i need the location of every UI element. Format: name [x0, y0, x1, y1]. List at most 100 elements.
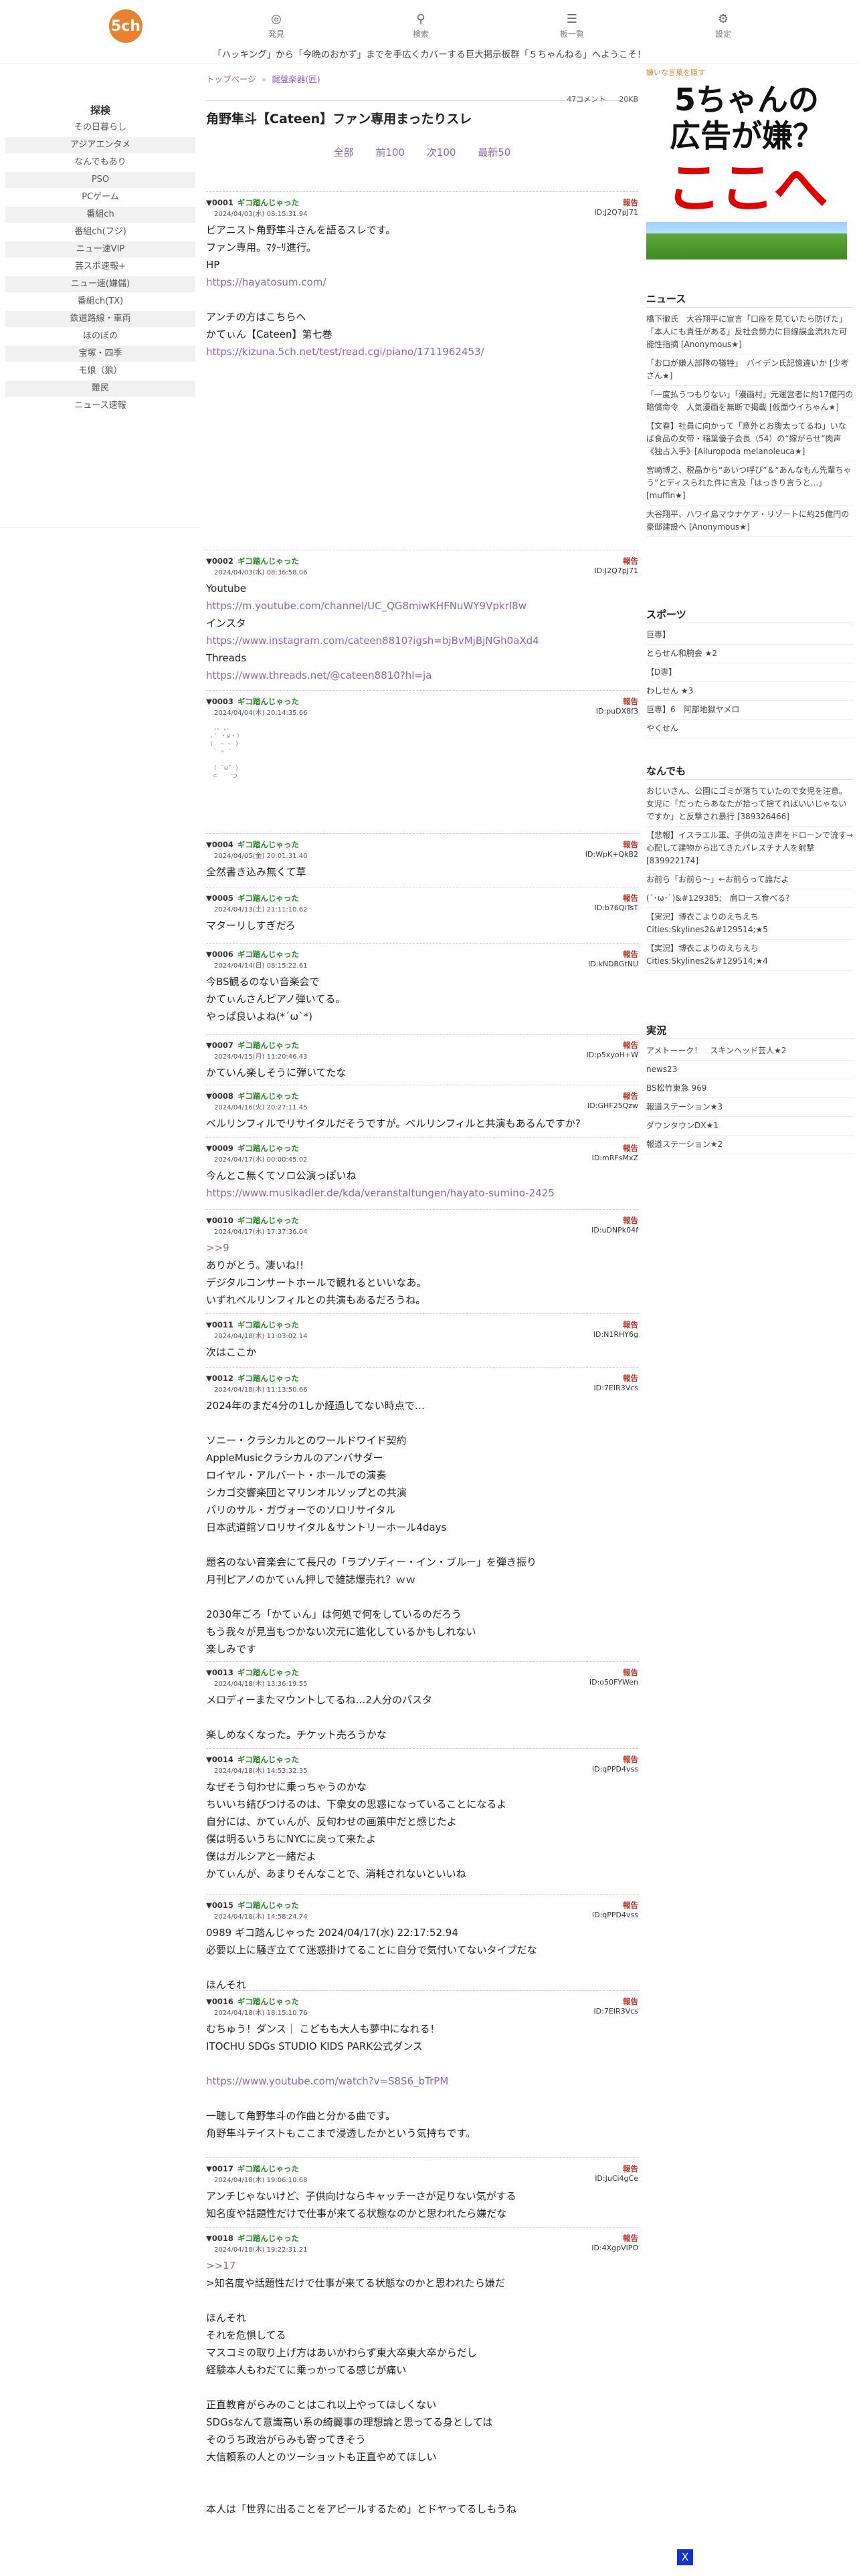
right-section-item[interactable]: 【実況】博衣こよりのえちえちCities:Skylines2&#129514;★…: [646, 908, 854, 940]
post-id[interactable]: ID:b76QiTsT: [595, 903, 638, 912]
post-toggle-icon[interactable]: ▼: [206, 1668, 212, 1677]
post-id[interactable]: ID:7EIR3Vcs: [593, 2007, 638, 2016]
post-toggle-icon[interactable]: ▼: [206, 1997, 212, 2006]
report-button[interactable]: 報告: [623, 1754, 638, 1765]
post-toggle-icon[interactable]: ▼: [206, 1374, 212, 1383]
post-id[interactable]: ID:uDNPk04f: [591, 1226, 638, 1235]
post-number[interactable]: 0010: [212, 1216, 233, 1225]
post-id[interactable]: ID:J2Q7pJ71: [594, 566, 638, 575]
post-id[interactable]: ID:qPPD4vss: [592, 1911, 638, 1919]
right-section-item[interactable]: 【D専】: [646, 663, 854, 682]
post-id[interactable]: ID:mRFsMxZ: [592, 1154, 638, 1162]
right-section-item[interactable]: 巨専】: [646, 626, 854, 645]
report-button[interactable]: 報告: [623, 893, 638, 903]
report-button[interactable]: 報告: [623, 1215, 638, 1226]
report-button[interactable]: 報告: [623, 1319, 638, 1330]
post-link[interactable]: >>9: [206, 1239, 638, 1257]
pager-prev100[interactable]: 前100: [375, 146, 405, 158]
post-link[interactable]: >>17: [206, 2257, 638, 2274]
post-link[interactable]: https://hayatosum.com/: [206, 274, 638, 291]
sidebar-item[interactable]: PSO: [5, 172, 195, 188]
right-section-item[interactable]: わしせん ★3: [646, 682, 854, 701]
post-toggle-icon[interactable]: ▼: [206, 1091, 212, 1101]
right-section-item[interactable]: 「一度払うつもりない」「漫画村」元運営者に約17億円の賠償命令 人気漫画を無断で…: [646, 386, 854, 417]
post-number[interactable]: 0003: [212, 697, 233, 706]
right-section-item[interactable]: アメトーーク！ スキンヘッド芸人★2: [646, 1042, 854, 1061]
post-link[interactable]: https://www.youtube.com/watch?v=S8S6_bTr…: [206, 2072, 638, 2090]
sidebar-item[interactable]: ニュース速報: [5, 398, 195, 414]
post-id[interactable]: ID:o50FYWen: [589, 1678, 638, 1687]
right-section-item[interactable]: 巨専】6 阿部地獄ヤメロ: [646, 701, 854, 720]
pager-all[interactable]: 全部: [334, 146, 354, 158]
sidebar-item[interactable]: 難民: [5, 381, 195, 397]
site-logo[interactable]: 5ch: [109, 9, 142, 43]
post-toggle-icon[interactable]: ▼: [206, 893, 212, 903]
post-toggle-icon[interactable]: ▼: [206, 556, 212, 566]
sidebar-item[interactable]: 宝塚・四季: [5, 346, 195, 362]
right-section-item[interactable]: 大谷翔平、ハワイ島マウナケア・リゾートに約25億円の豪邸建設へ [Anonymo…: [646, 506, 854, 537]
post-number[interactable]: 0007: [212, 1041, 233, 1050]
post-id[interactable]: ID:WpK+QkB2: [585, 850, 638, 859]
close-ad-button[interactable]: X: [677, 2549, 693, 2565]
sidebar-item[interactable]: ニュー速VIP: [5, 241, 195, 257]
post-toggle-icon[interactable]: ▼: [206, 1041, 212, 1050]
post-link[interactable]: https://m.youtube.com/channel/UC_QG8miwK…: [206, 597, 638, 615]
right-section-item[interactable]: 【実況】博衣こよりのえちえちCities:Skylines2&#129514;★…: [646, 940, 854, 971]
right-section-item[interactable]: 【文春】社員に向かって「意外とお腹太ってるね」いなば食品の女帝・稲葉優子会長（5…: [646, 417, 854, 461]
report-button[interactable]: 報告: [623, 1996, 638, 2007]
sidebar-item[interactable]: 芸スポ速報+: [5, 259, 195, 275]
sidebar-item[interactable]: 番組ch(フジ): [5, 224, 195, 240]
post-id[interactable]: ID:N1RHY6g: [593, 1330, 638, 1339]
report-button[interactable]: 報告: [623, 556, 638, 566]
pager-next100[interactable]: 次100: [427, 146, 456, 158]
post-number[interactable]: 0008: [212, 1091, 233, 1101]
report-button[interactable]: 報告: [623, 197, 638, 208]
post-number[interactable]: 0016: [212, 1997, 233, 2006]
post-link[interactable]: https://www.instagram.com/cateen8810?igs…: [206, 632, 638, 649]
post-id[interactable]: ID:J2Q7pJ71: [594, 208, 638, 217]
right-section-item[interactable]: BS松竹東急 969: [646, 1079, 854, 1098]
post-toggle-icon[interactable]: ▼: [206, 2234, 212, 2243]
sidebar-item[interactable]: 鉄道路線・車両: [5, 311, 195, 327]
report-button[interactable]: 報告: [623, 839, 638, 850]
breadcrumb-top[interactable]: トップページ: [206, 74, 256, 84]
post-toggle-icon[interactable]: ▼: [206, 198, 212, 207]
nav-search[interactable]: ⚲ 検索: [381, 11, 461, 39]
post-id[interactable]: ID:kNDBGtNU: [588, 960, 638, 968]
report-button[interactable]: 報告: [623, 2233, 638, 2244]
sidebar-item[interactable]: なんでもあり: [5, 154, 195, 171]
post-number[interactable]: 0011: [212, 1320, 233, 1329]
nav-board-list[interactable]: ☰ 板一覧: [532, 11, 612, 39]
post-toggle-icon[interactable]: ▼: [206, 1320, 212, 1329]
post-toggle-icon[interactable]: ▼: [206, 1755, 212, 1764]
ad-caption[interactable]: 嫌いな言葉を隠す: [646, 67, 852, 78]
post-id[interactable]: ID:4XgpVlPO: [591, 2244, 638, 2252]
right-section-item[interactable]: news23: [646, 1061, 854, 1079]
post-toggle-icon[interactable]: ▼: [206, 1144, 212, 1153]
post-toggle-icon[interactable]: ▼: [206, 1216, 212, 1225]
sidebar-item[interactable]: アジアエンタメ: [5, 137, 195, 153]
post-toggle-icon[interactable]: ▼: [206, 840, 212, 849]
post-number[interactable]: 0005: [212, 893, 233, 903]
right-section-item[interactable]: (´･ω･`)&#129385; 肩ロース食べる？: [646, 889, 854, 908]
post-toggle-icon[interactable]: ▼: [206, 697, 212, 706]
post-id[interactable]: ID:7EIR3Vcs: [593, 1384, 638, 1392]
right-section-item[interactable]: ダウンタウンDX★1: [646, 1117, 854, 1136]
post-number[interactable]: 0015: [212, 1901, 233, 1910]
post-number[interactable]: 0004: [212, 840, 233, 849]
sidebar-item[interactable]: ニュー速(嫌儲): [5, 276, 195, 292]
right-section-item[interactable]: 報道ステーション★3: [646, 1098, 854, 1117]
sidebar-item[interactable]: PCゲーム: [5, 189, 195, 205]
post-link[interactable]: https://kizuna.5ch.net/test/read.cgi/pia…: [206, 343, 638, 360]
report-button[interactable]: 報告: [623, 1667, 638, 1678]
breadcrumb-board[interactable]: 鍵盤楽器(匠): [272, 74, 320, 84]
post-number[interactable]: 0001: [212, 198, 233, 207]
post-number[interactable]: 0017: [212, 2164, 233, 2173]
sidebar-item[interactable]: ほのぼの: [5, 328, 195, 344]
report-button[interactable]: 報告: [623, 1373, 638, 1384]
right-section-item[interactable]: やくせん: [646, 720, 854, 738]
post-id[interactable]: ID:JuCi4gCe: [595, 2174, 638, 2183]
right-section-item[interactable]: お前ら「お前ら〜」←お前らって誰だよ: [646, 871, 854, 889]
report-button[interactable]: 報告: [623, 1091, 638, 1101]
sidebar-item[interactable]: モ娘（狼）: [5, 363, 195, 379]
